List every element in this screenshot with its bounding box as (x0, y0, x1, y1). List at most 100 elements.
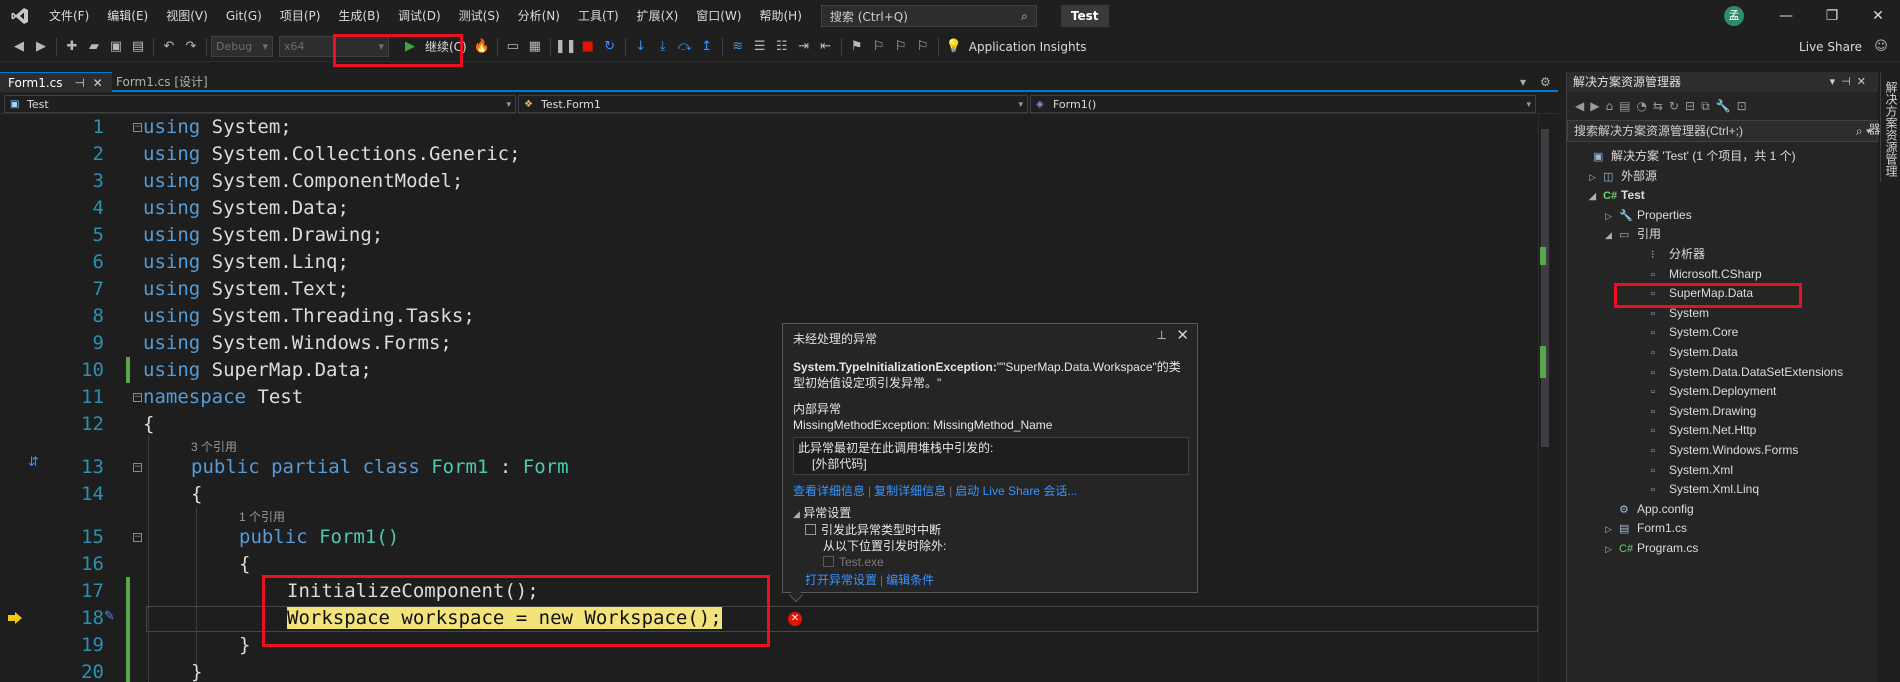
error-icon[interactable]: ✕ (788, 612, 802, 626)
module-checkbox[interactable]: Test.exe (793, 554, 1189, 570)
sync-icon[interactable]: ⇆ (1653, 99, 1663, 113)
menu-item[interactable]: 编辑(E) (98, 0, 157, 32)
outdent-icon[interactable]: ⇤ (815, 36, 837, 58)
tree-node[interactable]: ▫ System.Net.Http (1637, 420, 1756, 440)
type-dropdown[interactable]: ❖ Test.Form1 ▾ (518, 95, 1028, 113)
uncomment-icon[interactable]: ☷ (771, 36, 793, 58)
redo-icon[interactable]: ↷ (180, 36, 202, 58)
tree-node[interactable]: ▷ ▤ Form1.cs (1605, 518, 1687, 538)
tab-form1-cs[interactable]: Form1.cs ⊣ ✕ (0, 72, 112, 92)
expand-arrow-icon[interactable]: ▷ (1589, 167, 1603, 187)
clear-bookmarks-icon[interactable]: ⚐ (912, 36, 934, 58)
switch-views-icon[interactable]: ▤ (1619, 99, 1630, 113)
tree-node[interactable]: ▷ 🔧 Properties (1605, 205, 1692, 225)
close-icon[interactable]: ✕ (1176, 326, 1189, 344)
collapse-all-icon[interactable]: ⊟ (1685, 99, 1695, 113)
expand-arrow-icon[interactable]: ◢ (1605, 225, 1619, 245)
tree-node[interactable]: ▫ System.Deployment (1637, 381, 1776, 401)
collapse-icon[interactable]: − (133, 533, 142, 542)
tree-node[interactable]: ⚙ App.config (1605, 499, 1694, 519)
live-share-link[interactable]: 启动 Live Share 会话... (955, 484, 1077, 498)
preview-icon[interactable]: ⊡ (1737, 99, 1747, 113)
view-details-link[interactable]: 查看详细信息 (793, 484, 865, 498)
solution-explorer-side-tab[interactable]: 解决方案资源管理器 (1867, 72, 1900, 182)
step-out-icon[interactable]: ↥ (696, 36, 718, 58)
application-insights-button[interactable]: Application Insights (965, 40, 1091, 54)
show-next-statement-icon[interactable]: ↓ (630, 36, 652, 58)
copy-details-link[interactable]: 复制详细信息 (874, 484, 946, 498)
expand-arrow-icon[interactable]: ▷ (1605, 539, 1619, 559)
break-on-exception-checkbox[interactable]: 引发此异常类型时中断 (793, 522, 1189, 538)
tree-node[interactable]: ▫ System.Data (1637, 342, 1738, 362)
back-icon[interactable]: ◀ (1575, 99, 1584, 113)
step-into-icon[interactable]: ⤓ (652, 36, 674, 58)
menu-item[interactable]: 文件(F) (40, 0, 98, 32)
menu-item[interactable]: 帮助(H) (751, 0, 811, 32)
expand-arrow-icon[interactable]: ▷ (1605, 206, 1619, 226)
visual-studio-logo-icon[interactable] (0, 0, 40, 32)
prev-bookmark-icon[interactable]: ⚐ (868, 36, 890, 58)
tab-form1-designer[interactable]: Form1.cs [设计] (108, 72, 216, 92)
step-over-icon[interactable]: ⤼ (674, 36, 696, 58)
live-share-button[interactable]: Live Share (1795, 40, 1870, 54)
layout-icon[interactable]: ▦ (524, 36, 546, 58)
tree-node[interactable]: ▫ System.Data.DataSetExtensions (1637, 362, 1843, 382)
scrollbar-thumb[interactable] (1541, 129, 1549, 447)
hot-reload-icon[interactable]: 🔥 (471, 36, 493, 58)
properties-wrench-icon[interactable]: 🔧 (1716, 99, 1731, 113)
lightbulb-icon[interactable]: 💡 (943, 36, 965, 58)
minimize-icon[interactable]: — (1763, 0, 1809, 32)
editor-scrollbar[interactable] (1538, 115, 1552, 682)
home-icon[interactable]: ⌂ (1605, 99, 1613, 113)
expand-arrow-icon[interactable]: ◢ (1589, 186, 1603, 206)
exception-settings-header[interactable]: ◢ 异常设置 (793, 505, 1189, 522)
collapse-icon[interactable]: − (133, 463, 142, 472)
menu-item[interactable]: 窗口(W) (687, 0, 750, 32)
panel-window-buttons[interactable]: ▾⊣✕ (1830, 72, 1872, 92)
stop-icon[interactable]: ■ (577, 36, 599, 58)
menu-item[interactable]: 测试(S) (450, 0, 509, 32)
tree-node[interactable]: ▷ ◫ 外部源 (1589, 166, 1657, 186)
tree-node[interactable]: ▷ C# Program.cs (1605, 538, 1698, 558)
tree-node[interactable]: ▫ System.Core (1637, 322, 1738, 342)
solution-search-input[interactable]: 搜索解决方案资源管理器(Ctrl+;) ⌕ ▾ (1567, 120, 1878, 142)
bookmark-icon[interactable]: ⚑ (846, 36, 868, 58)
menu-item[interactable]: 扩展(X) (628, 0, 688, 32)
indent-icon[interactable]: ⇥ (793, 36, 815, 58)
tree-node[interactable]: ◢ C# Test (1589, 185, 1645, 205)
menu-item[interactable]: 工具(T) (569, 0, 628, 32)
tree-node[interactable]: ▫ System.Xml.Linq (1637, 479, 1759, 499)
references-codelens[interactable]: 3 个引用 (191, 438, 237, 455)
new-project-icon[interactable]: ✚ (61, 36, 83, 58)
comment-icon[interactable]: ☰ (749, 36, 771, 58)
menu-item[interactable]: 项目(P) (271, 0, 330, 32)
edit-pencil-icon[interactable]: ✎ (104, 609, 115, 624)
restore-icon[interactable]: ❐ (1809, 0, 1855, 32)
pin-icon[interactable]: ⊣ (74, 76, 84, 90)
forward-icon[interactable]: ▶ (1590, 99, 1599, 113)
save-icon[interactable]: ▣ (105, 36, 127, 58)
references-codelens[interactable]: 1 个引用 (239, 508, 285, 525)
tree-node[interactable]: ▫ System.Windows.Forms (1637, 440, 1798, 460)
tree-node[interactable]: ▫ Microsoft.CSharp (1637, 264, 1762, 284)
tree-node[interactable]: ◢ ▭ 引用 (1605, 224, 1661, 244)
pause-icon[interactable]: ❚❚ (555, 36, 577, 58)
tree-node[interactable]: ▣ 解决方案 'Test' (1 个项目，共 1 个) (1579, 146, 1796, 166)
save-all-icon[interactable]: ▤ (127, 36, 149, 58)
close-icon[interactable]: ✕ (1855, 0, 1900, 32)
menu-item[interactable]: Git(G) (217, 0, 271, 32)
settings-icon[interactable]: ⚙ (1532, 72, 1559, 92)
close-icon[interactable]: ✕ (93, 76, 103, 90)
restart-icon[interactable]: ↻ (599, 36, 621, 58)
feedback-icon[interactable]: ☺ (1870, 36, 1892, 58)
avatar[interactable]: 孟 (1724, 6, 1744, 26)
browse-icon[interactable]: ▭ (502, 36, 524, 58)
tree-node[interactable]: ▫ System.Drawing (1637, 401, 1756, 421)
member-dropdown[interactable]: ◈ Form1() ▾ (1030, 95, 1536, 113)
pin-icon[interactable]: ⊥ (1157, 328, 1167, 342)
pending-changes-icon[interactable]: ◔ (1636, 99, 1646, 113)
tree-node[interactable]: ▫ System.Xml (1637, 460, 1733, 480)
navigate-forward-icon[interactable]: ▶ (30, 36, 52, 58)
expand-arrow-icon[interactable]: ▷ (1605, 519, 1619, 539)
menu-item[interactable]: 调试(D) (389, 0, 450, 32)
